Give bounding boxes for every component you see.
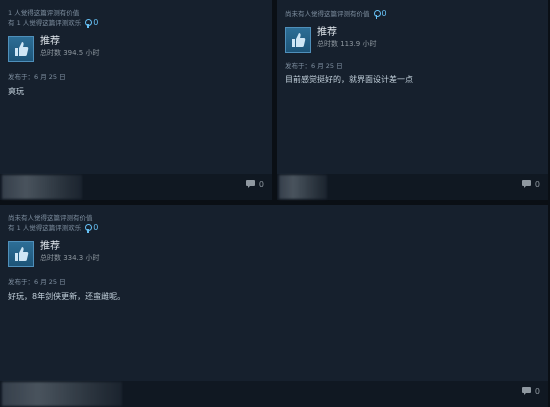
- recommendation-block[interactable]: 推荐 总时数 334.3 小时: [8, 241, 540, 267]
- comment-icon: [521, 180, 533, 189]
- thumbs-up-icon: [285, 27, 311, 53]
- comment-button[interactable]: 0: [245, 180, 264, 189]
- playtime: 总时数 334.3 小时: [40, 254, 100, 262]
- helpful-row: 尚未有人觉得这篇评测有价值 0: [285, 9, 540, 19]
- review-footer: 0: [0, 381, 548, 407]
- funny-count: 有 1 人觉得这篇评测欢乐: [8, 224, 82, 232]
- review-card[interactable]: 尚未有人觉得这篇评测有价值 有 1 人觉得这篇评测欢乐 0 推荐 总时数 334…: [0, 205, 548, 407]
- review-card[interactable]: 尚未有人觉得这篇评测有价值 0 推荐 总时数 113.9 小时 发布于：6 月 …: [277, 0, 548, 200]
- funny-count-row: 有 1 人觉得这篇评测欢乐 0: [8, 223, 540, 233]
- posted-date: 发布于：6 月 25 日: [8, 73, 66, 81]
- thumbs-up-icon: [8, 36, 34, 62]
- award-count: 0: [93, 18, 99, 27]
- recommendation-block[interactable]: 推荐 总时数 113.9 小时: [285, 27, 540, 53]
- recommendation-label: 推荐: [40, 36, 60, 47]
- funny-count-row: 有 1 人觉得这篇评测欢乐 0: [8, 18, 264, 28]
- award-count: 0: [93, 223, 99, 232]
- author-avatar[interactable]: [279, 175, 327, 199]
- playtime: 总时数 113.9 小时: [317, 40, 377, 48]
- review-footer: 0: [277, 174, 548, 200]
- review-text: 目前感觉挺好的，就界面设计差一点: [285, 75, 413, 84]
- helpful-count: 尚未有人觉得这篇评测有价值: [285, 10, 370, 18]
- review-footer: 0: [0, 174, 272, 200]
- helpful-count: 1 人觉得这篇评测有价值: [8, 9, 80, 17]
- award-button[interactable]: 0: [85, 223, 98, 233]
- author-avatar[interactable]: [2, 175, 82, 199]
- review-text: 爽玩: [8, 87, 24, 96]
- award-icon: [85, 18, 93, 28]
- comment-button[interactable]: 0: [521, 387, 540, 396]
- award-icon: [373, 9, 381, 19]
- review-text: 好玩，8年剑侠更新，还蛮雌呢。: [8, 292, 126, 301]
- review-card[interactable]: 1 人觉得这篇评测有价值 有 1 人觉得这篇评测欢乐 0 推荐 总时数 394.…: [0, 0, 272, 200]
- award-button[interactable]: 0: [373, 9, 387, 19]
- helpful-count: 尚未有人觉得这篇评测有价值: [8, 214, 93, 222]
- recommendation-label: 推荐: [317, 27, 337, 38]
- recommendation-label: 推荐: [40, 241, 60, 252]
- comment-button[interactable]: 0: [521, 180, 540, 189]
- comment-count: 0: [258, 180, 264, 189]
- award-count: 0: [381, 9, 387, 18]
- review-grid: 1 人觉得这篇评测有价值 有 1 人觉得这篇评测欢乐 0 推荐 总时数 394.…: [0, 0, 550, 407]
- comment-count: 0: [534, 180, 540, 189]
- posted-date: 发布于：6 月 25 日: [285, 62, 343, 70]
- playtime: 总时数 394.5 小时: [40, 49, 100, 57]
- comment-count: 0: [534, 387, 540, 396]
- award-button[interactable]: 0: [85, 18, 98, 28]
- author-avatar[interactable]: [2, 382, 122, 406]
- comment-icon: [245, 180, 257, 189]
- thumbs-up-icon: [8, 241, 34, 267]
- posted-date: 发布于：6 月 25 日: [8, 278, 66, 286]
- recommendation-block[interactable]: 推荐 总时数 394.5 小时: [8, 36, 264, 62]
- comment-icon: [521, 387, 533, 396]
- award-icon: [85, 223, 93, 233]
- funny-count: 有 1 人觉得这篇评测欢乐: [8, 19, 82, 27]
